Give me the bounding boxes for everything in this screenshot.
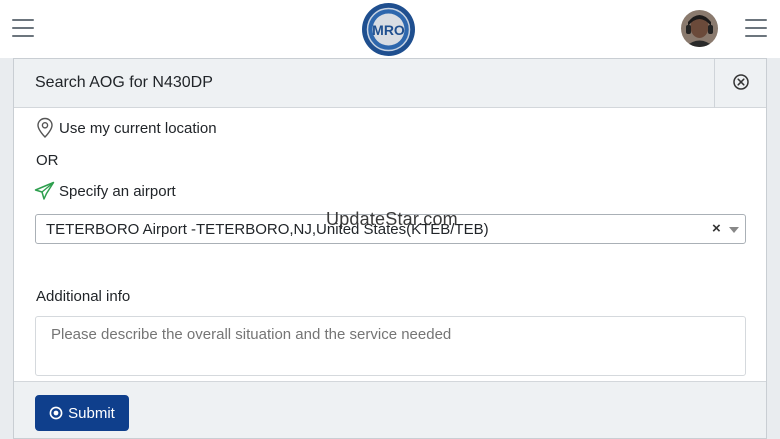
use-current-location-label: Use my current location xyxy=(59,119,217,137)
clear-selection-button[interactable]: × xyxy=(712,220,721,237)
top-navbar: MRO xyxy=(0,0,780,58)
watermark-text: UpdateStar.com xyxy=(326,209,458,229)
left-menu-hamburger-icon[interactable] xyxy=(12,19,34,37)
or-separator: OR xyxy=(36,152,59,169)
additional-info-label: Additional info xyxy=(36,288,131,305)
map-pin-icon xyxy=(36,117,54,139)
additional-info-textarea[interactable] xyxy=(35,316,746,376)
modal-title: Search AOG for N430DP xyxy=(35,74,213,91)
specify-airport-label: Specify an airport xyxy=(59,182,176,200)
plane-icon xyxy=(34,181,55,201)
modal-footer: Submit xyxy=(14,381,766,438)
search-aog-modal: Search AOG for N430DP Use my current loc… xyxy=(13,58,767,439)
modal-header: Search AOG for N430DP xyxy=(14,59,766,108)
header-divider xyxy=(714,59,715,108)
dot-circle-icon xyxy=(49,406,63,420)
submit-label: Submit xyxy=(68,404,115,422)
mro-logo[interactable]: MRO xyxy=(361,2,416,57)
close-circle-icon[interactable] xyxy=(732,73,750,91)
chevron-down-icon[interactable] xyxy=(729,227,739,233)
logo-text: MRO xyxy=(372,22,405,38)
right-menu-hamburger-icon[interactable] xyxy=(745,19,767,37)
submit-button[interactable]: Submit xyxy=(35,395,129,431)
use-current-location-option[interactable]: Use my current location xyxy=(36,117,217,139)
specify-airport-option[interactable]: Specify an airport xyxy=(34,181,176,201)
avatar[interactable] xyxy=(681,10,718,47)
